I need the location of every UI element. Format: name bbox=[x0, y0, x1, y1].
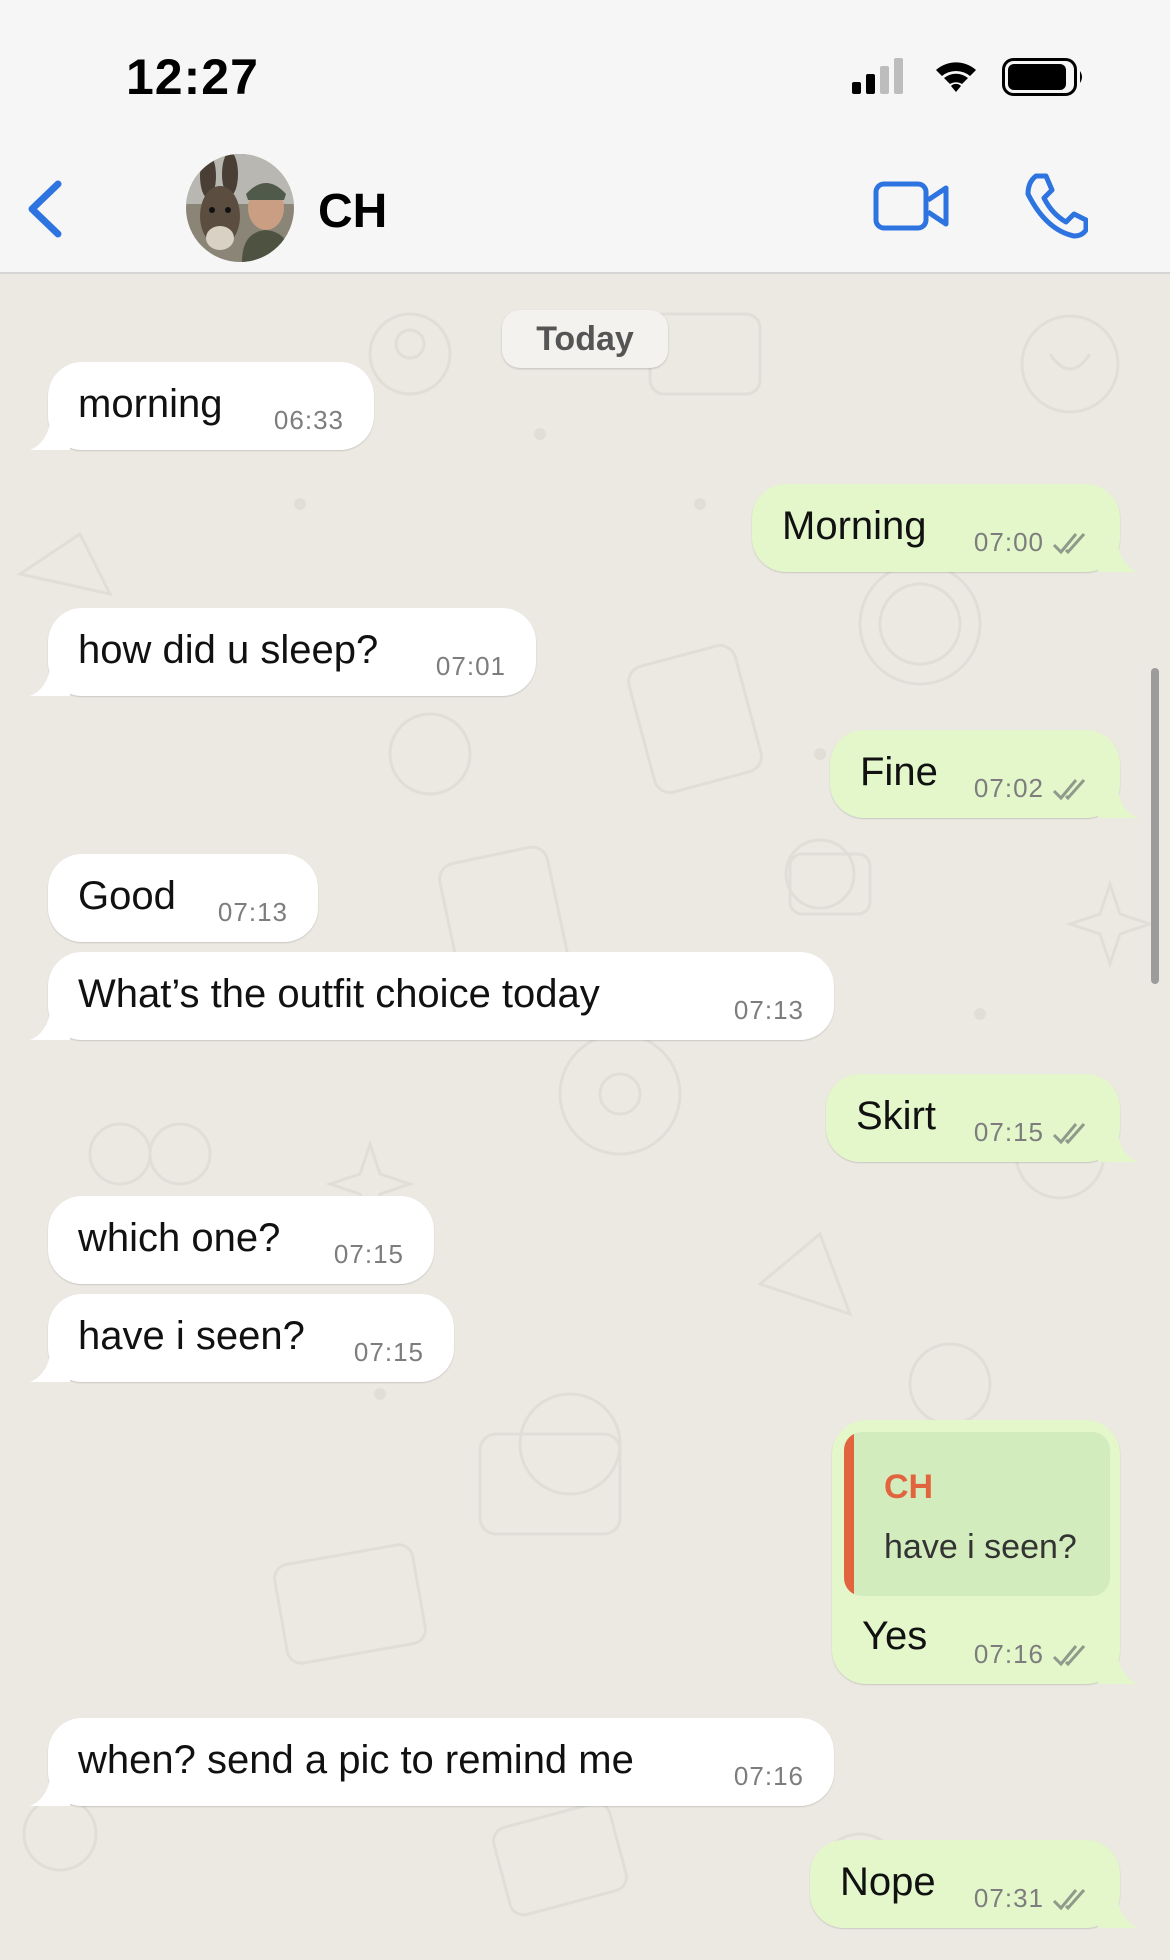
quoted-message[interactable]: CH have i seen? bbox=[844, 1432, 1110, 1596]
bubble-tail bbox=[30, 656, 70, 696]
bubble-tail bbox=[1098, 532, 1138, 572]
message-bubble-incoming[interactable]: which one? 07:15 bbox=[48, 1196, 434, 1284]
message-text: Morning bbox=[782, 504, 927, 548]
message-bubble-incoming[interactable]: Good 07:13 bbox=[48, 854, 318, 942]
message-bubble-incoming[interactable]: when? send a pic to remind me 07:16 bbox=[30, 1718, 834, 1806]
message-bubble-incoming[interactable]: What’s the outfit choice today 07:13 bbox=[30, 952, 834, 1040]
message-text: Good bbox=[78, 874, 176, 918]
message-text: have i seen? bbox=[78, 1314, 305, 1358]
message-time: 07:31 bbox=[973, 1883, 1044, 1913]
bubble-tail bbox=[1098, 1888, 1138, 1928]
bubble-tail bbox=[30, 410, 70, 450]
bubble-tail bbox=[30, 1766, 70, 1806]
message-text: What’s the outfit choice today bbox=[78, 972, 600, 1016]
message-time: 07:16 bbox=[733, 1761, 804, 1791]
back-chevron-icon[interactable] bbox=[20, 174, 80, 244]
message-bubble-incoming[interactable]: morning 06:33 bbox=[30, 362, 374, 450]
bubble-tail bbox=[1098, 1122, 1138, 1162]
double-check-icon bbox=[1052, 779, 1086, 801]
contact-avatar[interactable] bbox=[186, 154, 294, 262]
bubble-tail bbox=[30, 1342, 70, 1382]
message-time: 06:33 bbox=[273, 405, 344, 435]
quoted-text: have i seen? bbox=[884, 1528, 1077, 1566]
battery-icon bbox=[1002, 58, 1082, 96]
message-time: 07:13 bbox=[217, 897, 288, 927]
message-bubble-outgoing[interactable]: Morning 07:00 bbox=[752, 484, 1138, 572]
chat-header: CH bbox=[0, 140, 1170, 274]
message-time: 07:02 bbox=[973, 773, 1044, 803]
message-time: 07:16 bbox=[973, 1639, 1044, 1669]
contact-name[interactable]: CH bbox=[318, 184, 387, 239]
message-bubble-outgoing[interactable]: Fine 07:02 bbox=[830, 730, 1138, 818]
message-time: 07:15 bbox=[973, 1117, 1044, 1147]
message-text: Fine bbox=[860, 750, 938, 794]
double-check-icon bbox=[1052, 533, 1086, 555]
message-text: Skirt bbox=[856, 1094, 936, 1138]
bubble-tail bbox=[1098, 778, 1138, 818]
message-bubble-outgoing[interactable]: Nope 07:31 bbox=[810, 1840, 1138, 1928]
bubble-tail bbox=[30, 1000, 70, 1040]
message-text: Yes bbox=[862, 1614, 928, 1658]
quoted-sender-name: CH bbox=[884, 1468, 934, 1506]
message-bubble-outgoing[interactable]: Skirt 07:15 bbox=[826, 1074, 1138, 1162]
status-bar: 12:27 bbox=[0, 0, 1170, 140]
message-text: Nope bbox=[840, 1860, 936, 1904]
message-time: 07:00 bbox=[973, 527, 1044, 557]
chat-area[interactable]: Today morning 06:33 Morning 07:00 how di… bbox=[0, 274, 1170, 1960]
message-time: 07:13 bbox=[733, 995, 804, 1025]
double-check-icon bbox=[1052, 1645, 1086, 1667]
message-bubble-incoming[interactable]: how did u sleep? 07:01 bbox=[30, 608, 536, 696]
status-icons bbox=[852, 58, 1082, 96]
double-check-icon bbox=[1052, 1123, 1086, 1145]
message-bubble-outgoing-reply[interactable]: CH have i seen? Yes 07:16 bbox=[832, 1420, 1138, 1684]
double-check-icon bbox=[1052, 1889, 1086, 1911]
video-camera-icon[interactable] bbox=[872, 174, 952, 238]
message-text: morning bbox=[78, 382, 223, 426]
wifi-icon bbox=[936, 62, 976, 92]
bubble-tail bbox=[1098, 1644, 1138, 1684]
chat-scrollbar[interactable] bbox=[1151, 668, 1159, 984]
date-separator: Today bbox=[502, 310, 668, 368]
message-time: 07:15 bbox=[353, 1337, 424, 1367]
message-time: 07:01 bbox=[435, 651, 506, 681]
message-bubble-incoming[interactable]: have i seen? 07:15 bbox=[30, 1294, 454, 1382]
quote-accent-bar bbox=[844, 1432, 854, 1596]
message-text: how did u sleep? bbox=[78, 628, 379, 672]
message-text: when? send a pic to remind me bbox=[78, 1738, 634, 1782]
message-text: which one? bbox=[78, 1216, 281, 1260]
phone-icon[interactable] bbox=[1022, 170, 1088, 240]
cellular-signal-icon bbox=[852, 58, 903, 94]
message-time: 07:15 bbox=[333, 1239, 404, 1269]
status-time: 12:27 bbox=[126, 49, 259, 105]
